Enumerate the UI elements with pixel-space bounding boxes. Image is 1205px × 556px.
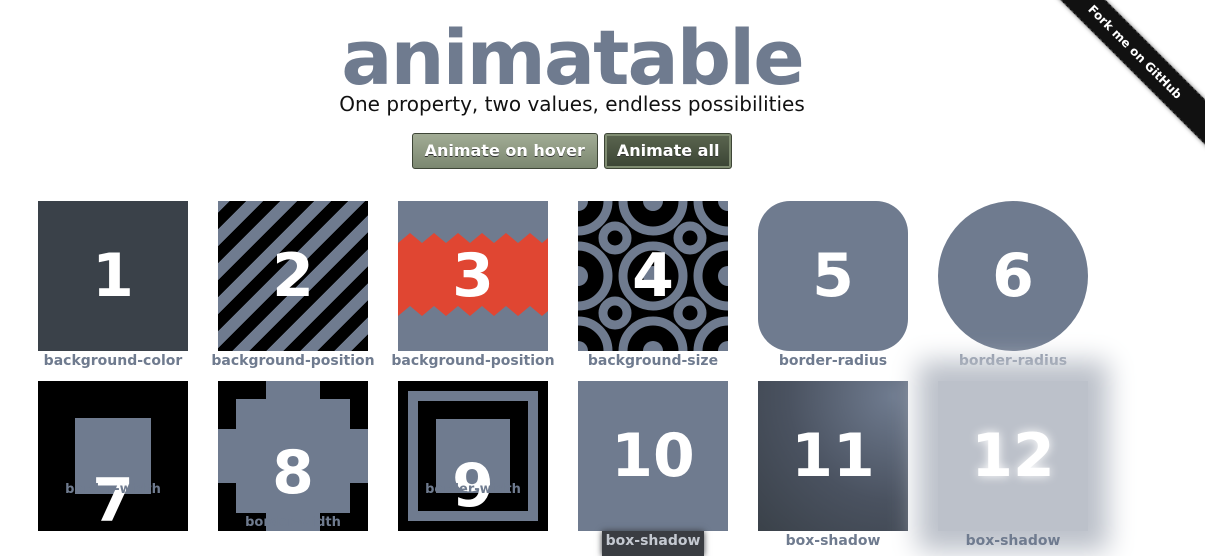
tile-number: 2 (272, 241, 314, 311)
tile-7[interactable]: 7 border-width (38, 381, 188, 531)
tile-8[interactable]: 8 border-width (218, 381, 368, 531)
tile-number: 12 (971, 421, 1055, 491)
tile-number: 9 (452, 451, 494, 521)
tile-label: background-position (211, 353, 375, 369)
tile-10[interactable]: 10 box-shadow (578, 381, 728, 556)
tile-6[interactable]: 6 border-radius (938, 201, 1088, 369)
animate-on-hover-button[interactable]: Animate on hover (411, 133, 598, 169)
tile-9[interactable]: 9 border-width (398, 381, 548, 531)
tile-label: box-shadow (965, 533, 1061, 549)
tile-2[interactable]: 2 background-position (211, 201, 375, 369)
tile-4[interactable]: 4 (578, 201, 728, 351)
tile-12[interactable]: 12 box-shadow (938, 381, 1088, 549)
tile-11[interactable]: 11 box-shadow (758, 381, 908, 549)
tile-label: background-position (391, 353, 555, 369)
tile-number: 7 (92, 466, 134, 531)
tile-label: box-shadow (785, 533, 881, 549)
tile-label: border-width (425, 482, 521, 497)
tile-number: 1 (92, 241, 134, 311)
tile-number: 6 (992, 241, 1034, 311)
tile-number: 4 (632, 241, 674, 311)
tile-number: 11 (791, 421, 875, 491)
tile-5[interactable]: 5 border-radius (758, 201, 908, 369)
tile-number: 3 (452, 241, 494, 311)
tile-number: 8 (272, 438, 314, 508)
tile-label: background-size (587, 353, 719, 369)
animate-all-button[interactable]: Animate all (603, 133, 733, 169)
tile-3[interactable]: 3 background-position (391, 201, 555, 369)
tile-label: border-width (65, 482, 161, 497)
tile-label: box-shadow (605, 533, 701, 549)
tile-1[interactable]: 1 background-color (38, 201, 188, 369)
tile-number: 5 (812, 241, 854, 311)
tile-number: 10 (611, 421, 695, 491)
tile-label: background-color (43, 353, 183, 369)
tile-label: border-radius (778, 353, 888, 369)
tile-label: border-width (245, 515, 341, 530)
tile-label: border-radius (958, 353, 1068, 369)
page-subtitle: One property, two values, endless possib… (339, 92, 805, 116)
mode-buttons: Animate on hover Animate all (0, 133, 1144, 169)
